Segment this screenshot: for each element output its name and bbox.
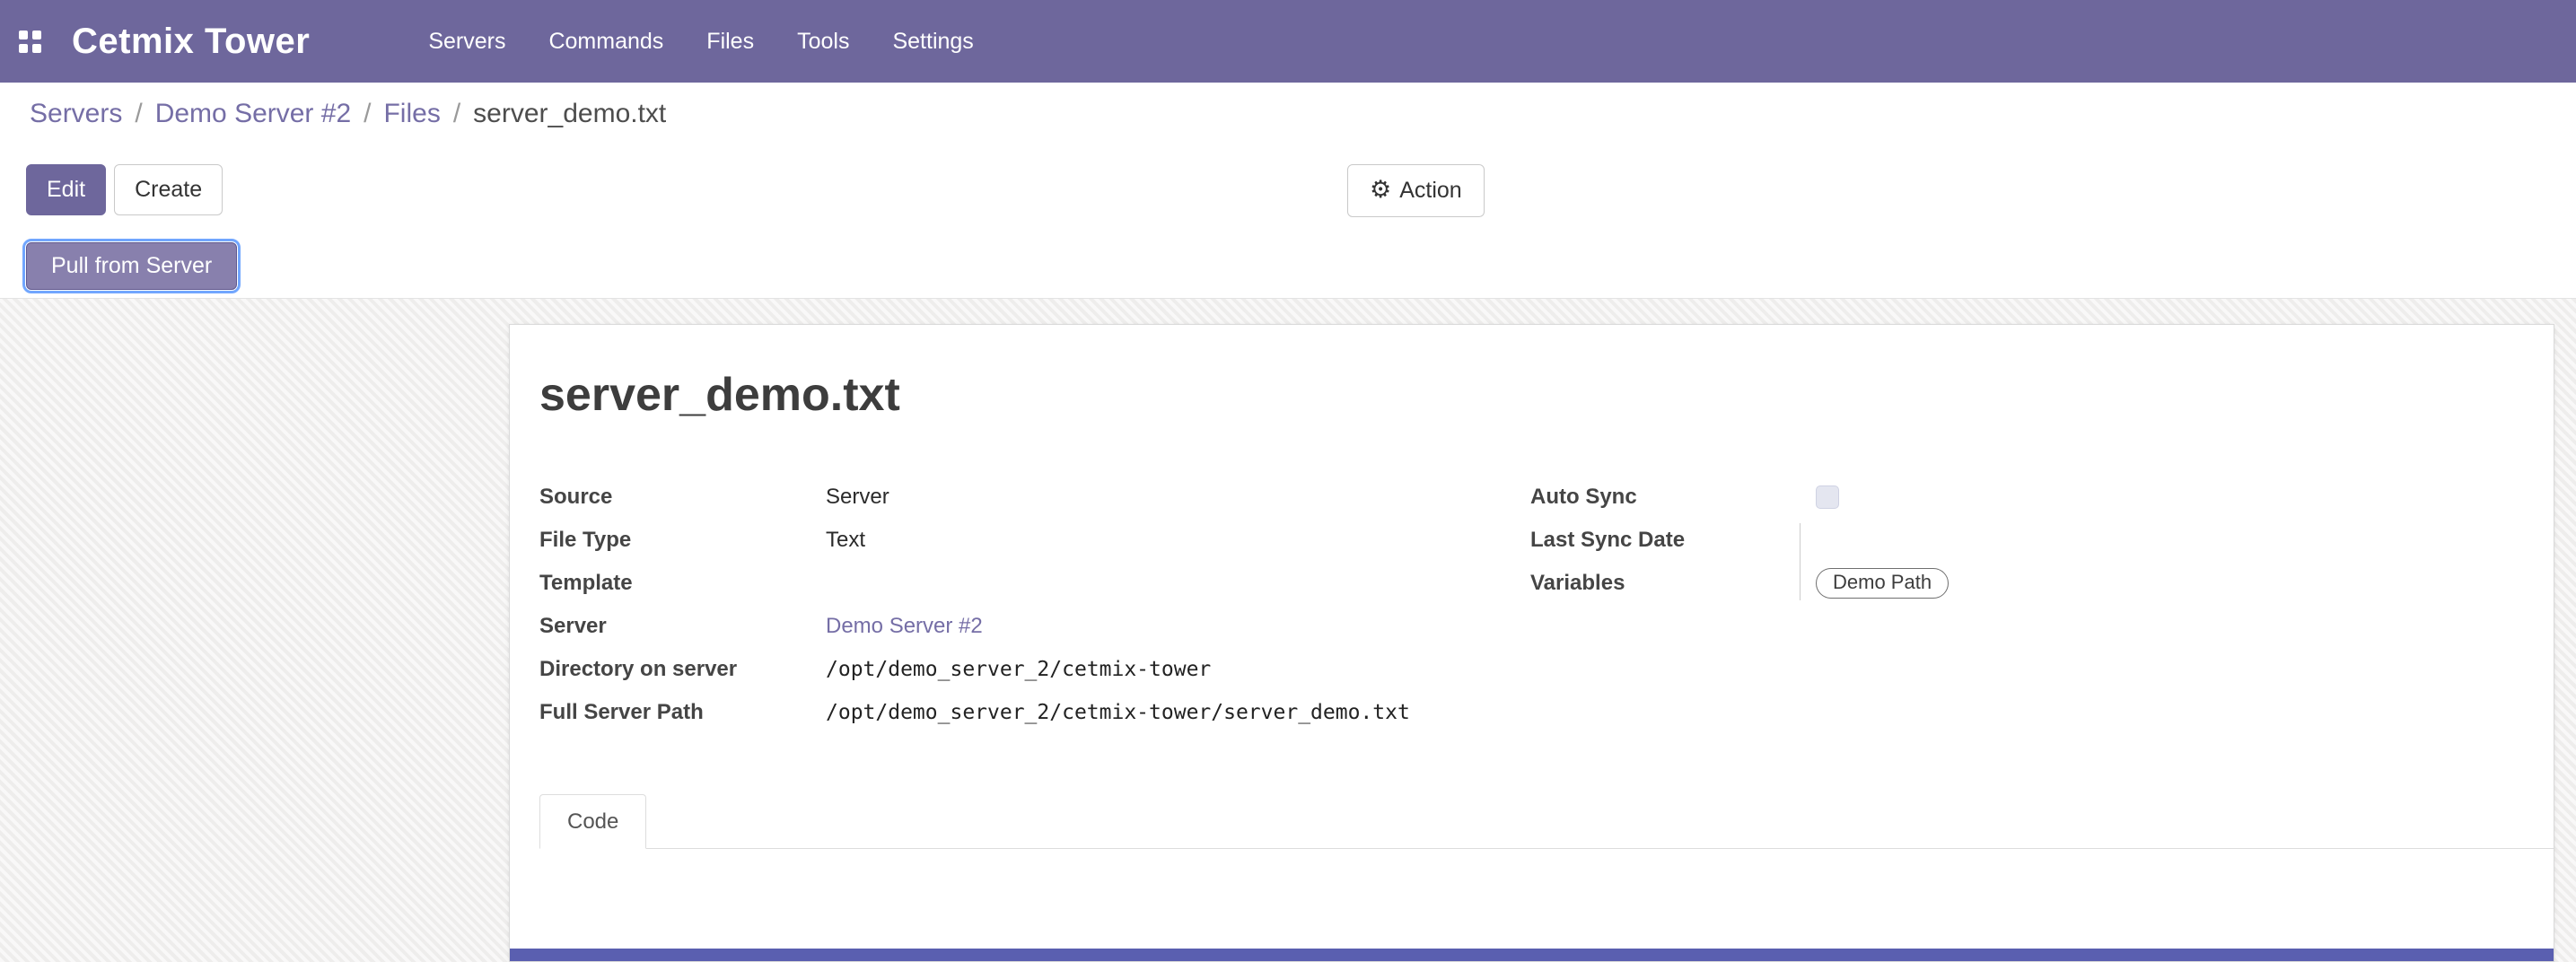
action-label: Action	[1399, 178, 1461, 204]
field-label-source: Source	[539, 485, 826, 510]
menu-item-settings[interactable]: Settings	[871, 0, 994, 83]
notebook-tabs-line	[539, 848, 2554, 849]
apps-menu-button[interactable]	[0, 0, 59, 83]
breadcrumb: Servers / Demo Server #2 / Files / serve…	[30, 99, 666, 129]
code-editor-top-strip	[510, 949, 2554, 961]
field-group-right: Auto Sync Last Sync Date Variables Demo …	[1530, 476, 2518, 605]
field-row-server: Server Demo Server #2	[539, 605, 1509, 648]
field-label-file-type: File Type	[539, 528, 826, 553]
top-navbar: Cetmix Tower Servers Commands Files Tool…	[0, 0, 2576, 83]
field-value-source: Server	[826, 485, 889, 510]
field-value-full-path: /opt/demo_server_2/cetmix-tower/server_d…	[826, 701, 1410, 724]
field-row-full-path: Full Server Path /opt/demo_server_2/cetm…	[539, 691, 1509, 734]
field-label-auto-sync: Auto Sync	[1530, 485, 1816, 510]
edit-button[interactable]: Edit	[26, 164, 106, 215]
field-label-variables: Variables	[1530, 571, 1816, 596]
edit-create-buttons: Edit Create	[26, 164, 223, 215]
field-value-directory: /opt/demo_server_2/cetmix-tower	[826, 658, 1211, 681]
record-title: server_demo.txt	[539, 368, 900, 422]
apps-grid-icon	[19, 31, 41, 53]
gear-icon	[1370, 178, 1391, 204]
form-sheet: server_demo.txt Source Server File Type …	[509, 324, 2554, 962]
breadcrumb-separator: /	[453, 99, 460, 129]
auto-sync-checkbox[interactable]	[1816, 485, 1839, 509]
field-label-server: Server	[539, 614, 826, 639]
field-group-left: Source Server File Type Text Template Se…	[539, 476, 1509, 734]
field-column-divider	[1800, 523, 1801, 600]
field-label-full-path: Full Server Path	[539, 700, 826, 725]
field-row-file-type: File Type Text	[539, 519, 1509, 562]
menu-item-files[interactable]: Files	[685, 0, 775, 83]
menu-item-tools[interactable]: Tools	[775, 0, 871, 83]
field-value-server-link[interactable]: Demo Server #2	[826, 614, 983, 639]
field-row-variables: Variables Demo Path	[1530, 562, 2518, 605]
action-menu-button[interactable]: Action	[1347, 164, 1485, 217]
field-row-source: Source Server	[539, 476, 1509, 519]
menu-item-commands[interactable]: Commands	[527, 0, 685, 83]
breadcrumb-current: server_demo.txt	[473, 99, 666, 129]
field-row-directory: Directory on server /opt/demo_server_2/c…	[539, 648, 1509, 691]
variable-tag-demo-path: Demo Path	[1816, 568, 1949, 599]
navbar-menu: Servers Commands Files Tools Settings	[407, 0, 994, 83]
field-row-auto-sync: Auto Sync	[1530, 476, 2518, 519]
breadcrumb-separator: /	[364, 99, 371, 129]
app-brand[interactable]: Cetmix Tower	[72, 22, 310, 62]
content-area: server_demo.txt Source Server File Type …	[0, 299, 2576, 962]
breadcrumb-link-files[interactable]: Files	[383, 99, 440, 129]
field-label-directory: Directory on server	[539, 657, 826, 682]
pull-from-server-button[interactable]: Pull from Server	[26, 242, 237, 290]
control-panel: Servers / Demo Server #2 / Files / serve…	[0, 83, 2576, 299]
create-button[interactable]: Create	[114, 164, 223, 215]
field-row-template: Template	[539, 562, 1509, 605]
breadcrumb-separator: /	[135, 99, 142, 129]
field-value-file-type: Text	[826, 528, 865, 553]
menu-item-servers[interactable]: Servers	[407, 0, 527, 83]
field-label-template: Template	[539, 571, 826, 596]
tab-code[interactable]: Code	[539, 794, 646, 849]
breadcrumb-link-demo-server-2[interactable]: Demo Server #2	[155, 99, 351, 129]
breadcrumb-link-servers[interactable]: Servers	[30, 99, 122, 129]
field-label-last-sync: Last Sync Date	[1530, 528, 1816, 553]
field-row-last-sync: Last Sync Date	[1530, 519, 2518, 562]
header-actions-row: Pull from Server	[26, 242, 237, 290]
